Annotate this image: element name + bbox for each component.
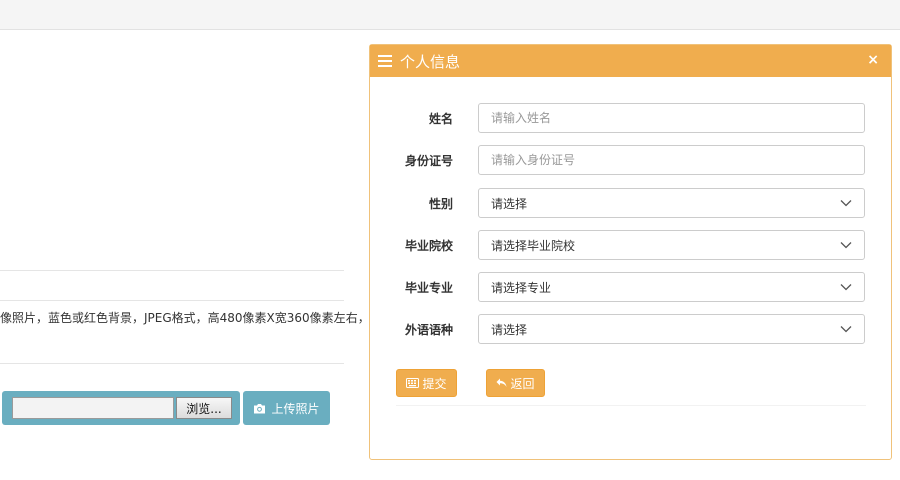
language-row: 外语语种 请选择 bbox=[370, 314, 893, 344]
submit-label: 提交 bbox=[422, 376, 447, 391]
school-label: 毕业院校 bbox=[404, 239, 453, 253]
modal-title: 个人信息 bbox=[400, 52, 461, 71]
language-label: 外语语种 bbox=[404, 323, 453, 337]
close-icon[interactable]: × bbox=[867, 52, 879, 68]
id-number-row: 身份证号 bbox=[370, 145, 893, 175]
chevron-down-icon bbox=[840, 326, 852, 333]
file-path-input[interactable] bbox=[12, 397, 174, 419]
gender-row: 性别 请选择 bbox=[370, 188, 893, 218]
reply-icon bbox=[496, 378, 507, 387]
gender-select-value: 请选择 bbox=[491, 196, 528, 211]
major-select-value: 请选择专业 bbox=[491, 280, 552, 295]
submit-button[interactable]: 提交 bbox=[396, 369, 457, 397]
school-row: 毕业院校 请选择毕业院校 bbox=[370, 230, 893, 260]
upload-photo-label: 上传照片 bbox=[271, 401, 320, 416]
language-select-value: 请选择 bbox=[491, 322, 528, 337]
language-select[interactable]: 请选择 bbox=[478, 314, 865, 344]
browse-button[interactable]: 浏览... bbox=[176, 397, 232, 419]
name-input[interactable] bbox=[478, 103, 865, 133]
gender-select[interactable]: 请选择 bbox=[478, 188, 865, 218]
chevron-down-icon bbox=[840, 242, 852, 249]
id-number-input[interactable] bbox=[478, 145, 865, 175]
personal-info-modal: 个人信息 × 姓名 身份证号 性别 请选择 毕业院校 请选择毕业院校 毕业专业 … bbox=[369, 44, 892, 460]
id-number-label: 身份证号 bbox=[404, 154, 453, 168]
menu-icon bbox=[378, 55, 392, 67]
name-row: 姓名 bbox=[370, 103, 893, 133]
school-select-value: 请选择毕业院校 bbox=[491, 238, 576, 253]
photo-requirement-text: 像照片，蓝色或红色背景，JPEG格式，高480像素X宽360像素左右， bbox=[0, 311, 370, 325]
major-select[interactable]: 请选择专业 bbox=[478, 272, 865, 302]
keyboard-icon bbox=[406, 378, 420, 388]
divider bbox=[0, 363, 344, 364]
modal-header: 个人信息 × bbox=[370, 45, 891, 77]
divider bbox=[0, 270, 344, 271]
major-row: 毕业专业 请选择专业 bbox=[370, 272, 893, 302]
name-label: 姓名 bbox=[428, 112, 453, 126]
top-bar bbox=[0, 0, 900, 30]
file-chooser: 浏览... bbox=[2, 391, 240, 425]
divider bbox=[0, 300, 344, 301]
modal-footer-divider bbox=[396, 405, 866, 406]
camera-icon bbox=[254, 403, 266, 413]
school-select[interactable]: 请选择毕业院校 bbox=[478, 230, 865, 260]
upload-photo-button[interactable]: 上传照片 bbox=[243, 391, 330, 425]
gender-label: 性别 bbox=[428, 197, 453, 211]
major-label: 毕业专业 bbox=[404, 281, 453, 295]
back-button[interactable]: 返回 bbox=[486, 369, 545, 397]
chevron-down-icon bbox=[840, 200, 852, 207]
chevron-down-icon bbox=[840, 284, 852, 291]
back-label: 返回 bbox=[510, 376, 535, 391]
